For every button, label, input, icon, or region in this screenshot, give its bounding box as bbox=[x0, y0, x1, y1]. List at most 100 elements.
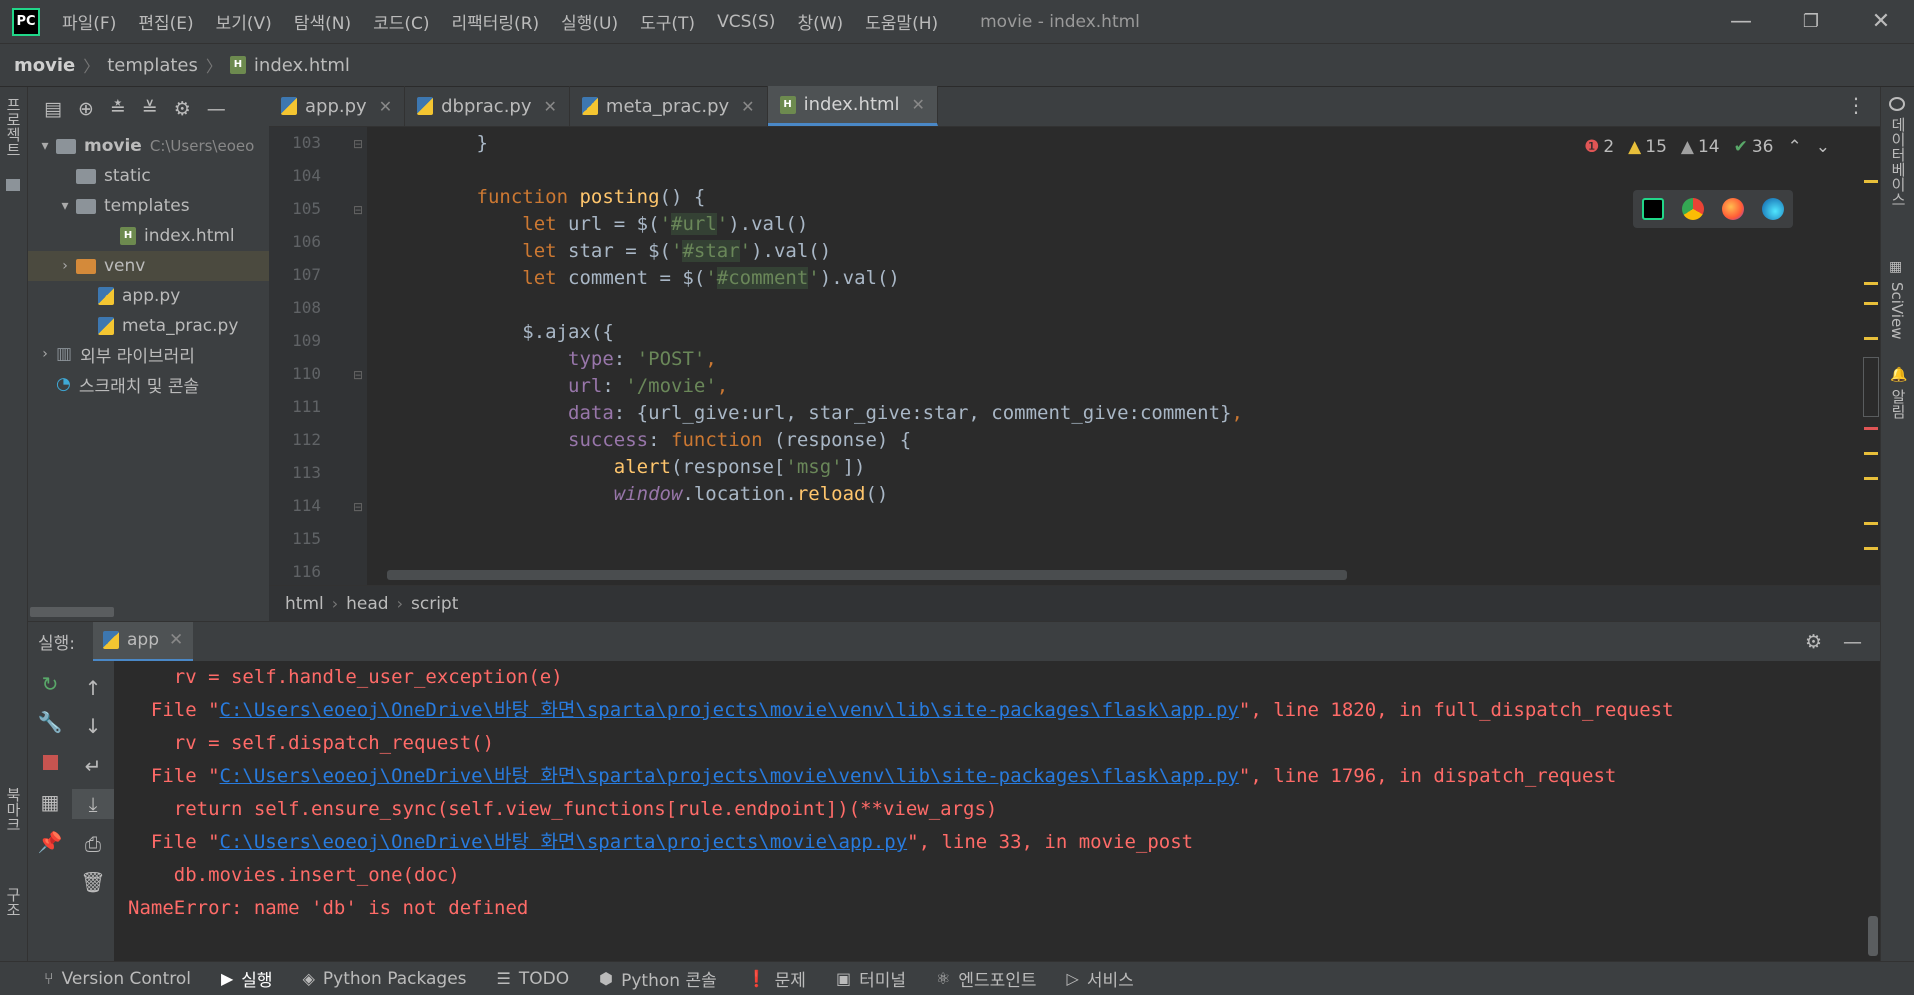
menu-help[interactable]: 도움말(H) bbox=[865, 9, 938, 34]
database-tool-window-button[interactable]: 데이터베이스 bbox=[1888, 117, 1909, 207]
bookmarks-tool-window-button[interactable]: 북마크 bbox=[3, 787, 24, 832]
tree-item-index-html[interactable]: H index.html bbox=[28, 221, 269, 251]
close-icon[interactable]: ✕ bbox=[544, 97, 557, 116]
tree-item-movie[interactable]: ▾ movie C:\Users\eoeo bbox=[28, 131, 269, 161]
tree-item-venv[interactable]: › venv bbox=[28, 251, 269, 281]
arrow-up-icon[interactable]: ↑ bbox=[72, 673, 114, 703]
gear-icon[interactable]: ⚙ bbox=[1805, 631, 1822, 653]
menu-view[interactable]: 보기(V) bbox=[216, 9, 272, 34]
menu-tools[interactable]: 도구(T) bbox=[640, 9, 695, 34]
pin-icon[interactable]: 📌 bbox=[28, 827, 72, 857]
menu-vcs[interactable]: VCS(S) bbox=[717, 12, 775, 32]
print-icon[interactable]: ⎙ bbox=[72, 829, 114, 859]
trash-icon[interactable]: 🗑 bbox=[72, 867, 114, 897]
error-stripe-mark[interactable] bbox=[1864, 337, 1878, 340]
vertical-scrollbar[interactable] bbox=[1868, 916, 1878, 956]
scroll-to-end-icon[interactable]: ⤓ bbox=[72, 789, 114, 819]
error-stripe-mark[interactable] bbox=[1864, 477, 1878, 480]
run-console[interactable]: rv = self.handle_user_exception(e) File … bbox=[114, 661, 1880, 961]
terminal-button[interactable]: ▣ 터미널 bbox=[836, 966, 906, 991]
endpoints-button[interactable]: ⚛ 엔드포인트 bbox=[936, 966, 1037, 991]
chevron-down-icon[interactable]: ▾ bbox=[54, 198, 76, 214]
menu-run[interactable]: 실행(U) bbox=[561, 9, 618, 34]
scroll-thumb[interactable] bbox=[1863, 357, 1879, 417]
tree-item-external-libraries[interactable]: › ▥ 외부 라이브러리 bbox=[28, 339, 269, 369]
error-stripe-mark[interactable] bbox=[1864, 452, 1878, 455]
expand-all-icon[interactable]: ≛ bbox=[110, 98, 126, 120]
todo-button[interactable]: ☰ TODO bbox=[497, 969, 570, 989]
tree-item-static[interactable]: static bbox=[28, 161, 269, 191]
inspection-widget[interactable]: ❶2 ▲ 15 ▲ 14 ✔ 36 ⌃ ⌄ bbox=[1584, 137, 1830, 157]
run-button[interactable]: ▶ 실행 bbox=[221, 966, 273, 991]
breadcrumb-folder[interactable]: templates bbox=[107, 55, 198, 76]
file-link[interactable]: C:\Users\eoeoj\OneDrive\바탕 화면\sparta\pro… bbox=[220, 765, 1239, 787]
tree-item-templates[interactable]: ▾ templates bbox=[28, 191, 269, 221]
chrome-icon[interactable] bbox=[1682, 198, 1704, 220]
tab-index-html[interactable]: H index.html ✕ bbox=[767, 86, 938, 126]
close-icon[interactable]: ✕ bbox=[169, 630, 183, 650]
close-icon[interactable]: ✕ bbox=[379, 97, 392, 116]
horizontal-scrollbar[interactable] bbox=[30, 607, 114, 617]
pycharm-browser-icon[interactable] bbox=[1642, 198, 1664, 220]
error-stripe-mark[interactable] bbox=[1864, 547, 1878, 550]
python-packages-button[interactable]: ◈ Python Packages bbox=[303, 969, 467, 989]
error-stripe-mark[interactable] bbox=[1864, 282, 1878, 285]
sciview-tool-window-button[interactable]: SciView bbox=[1888, 282, 1906, 340]
breadcrumb-html[interactable]: html bbox=[285, 594, 324, 614]
structure-tool-window-button[interactable]: 구조 bbox=[3, 887, 24, 917]
fold-icon[interactable]: ⊟ bbox=[353, 137, 363, 151]
restore-button[interactable]: ❐ bbox=[1776, 0, 1846, 43]
chevron-up-icon[interactable]: ⌃ bbox=[1788, 137, 1802, 157]
tab-meta-prac-py[interactable]: meta_prac.py ✕ bbox=[570, 86, 768, 126]
fold-icon[interactable]: ⊟ bbox=[353, 368, 363, 382]
tab-app-py[interactable]: app.py ✕ bbox=[269, 86, 406, 126]
chevron-right-icon[interactable]: › bbox=[34, 346, 56, 362]
wrench-icon[interactable]: 🔧 bbox=[28, 707, 72, 737]
menu-edit[interactable]: 편집(E) bbox=[138, 9, 193, 34]
tab-dbprac-py[interactable]: dbprac.py ✕ bbox=[405, 86, 570, 126]
arrow-down-icon[interactable]: ↓ bbox=[72, 711, 114, 741]
hide-icon[interactable]: — bbox=[1843, 631, 1862, 653]
file-link[interactable]: C:\Users\eoeoj\OneDrive\바탕 화면\sparta\pro… bbox=[220, 831, 908, 853]
menu-code[interactable]: 코드(C) bbox=[373, 9, 429, 34]
menu-refactor[interactable]: 리팩터링(R) bbox=[452, 9, 540, 34]
hide-icon[interactable]: — bbox=[207, 98, 226, 120]
rerun-icon[interactable]: ↻ bbox=[28, 669, 72, 699]
firefox-icon[interactable] bbox=[1722, 198, 1744, 220]
soft-wrap-icon[interactable]: ↵ bbox=[72, 751, 114, 781]
chevron-right-icon[interactable]: › bbox=[54, 258, 76, 274]
version-control-button[interactable]: ⑂ Version Control bbox=[44, 969, 191, 989]
close-icon[interactable]: ✕ bbox=[912, 95, 925, 114]
error-stripe-mark[interactable] bbox=[1864, 522, 1878, 525]
minimize-button[interactable]: — bbox=[1706, 0, 1776, 43]
error-stripe-mark[interactable] bbox=[1864, 427, 1878, 430]
edge-icon[interactable] bbox=[1762, 198, 1784, 220]
close-icon[interactable]: ✕ bbox=[741, 97, 754, 116]
run-tab-app[interactable]: app ✕ bbox=[93, 621, 194, 662]
fold-icon[interactable]: ⊟ bbox=[353, 203, 363, 217]
project-tool-window-button[interactable]: 프로젝트 bbox=[3, 97, 24, 157]
menu-navigate[interactable]: 탐색(N) bbox=[294, 9, 351, 34]
python-console-button[interactable]: ⬢ Python 콘솔 bbox=[599, 966, 717, 991]
stop-icon[interactable] bbox=[28, 747, 72, 777]
error-stripe-mark[interactable] bbox=[1864, 302, 1878, 305]
breadcrumb-file[interactable]: index.html bbox=[254, 55, 350, 76]
tree-item-app-py[interactable]: app.py bbox=[28, 281, 269, 311]
more-options-icon[interactable]: ⋮ bbox=[1846, 93, 1866, 117]
close-window-button[interactable]: ✕ bbox=[1846, 0, 1914, 43]
problems-button[interactable]: ❗ 문제 bbox=[747, 966, 806, 991]
tree-item-scratches[interactable]: ◔ 스크래치 및 콘솔 bbox=[28, 369, 269, 399]
menu-file[interactable]: 파일(F) bbox=[62, 9, 116, 34]
locate-icon[interactable]: ⊕ bbox=[78, 98, 94, 120]
chevron-down-icon[interactable]: ▾ bbox=[34, 138, 56, 154]
tree-item-meta-prac-py[interactable]: meta_prac.py bbox=[28, 311, 269, 341]
breadcrumb-script[interactable]: script bbox=[411, 594, 458, 614]
menu-window[interactable]: 창(W) bbox=[797, 9, 843, 34]
services-button[interactable]: ▷ 서비스 bbox=[1067, 966, 1134, 991]
fold-icon[interactable]: ⊟ bbox=[353, 500, 363, 514]
collapse-all-icon[interactable]: ≚ bbox=[142, 98, 158, 120]
project-view-icon[interactable]: ▤ bbox=[44, 98, 62, 120]
layout-icon[interactable]: ▦ bbox=[28, 787, 72, 817]
file-link[interactable]: C:\Users\eoeoj\OneDrive\바탕 화면\sparta\pro… bbox=[220, 699, 1239, 721]
notifications-tool-window-button[interactable]: 알림 bbox=[1888, 389, 1909, 419]
